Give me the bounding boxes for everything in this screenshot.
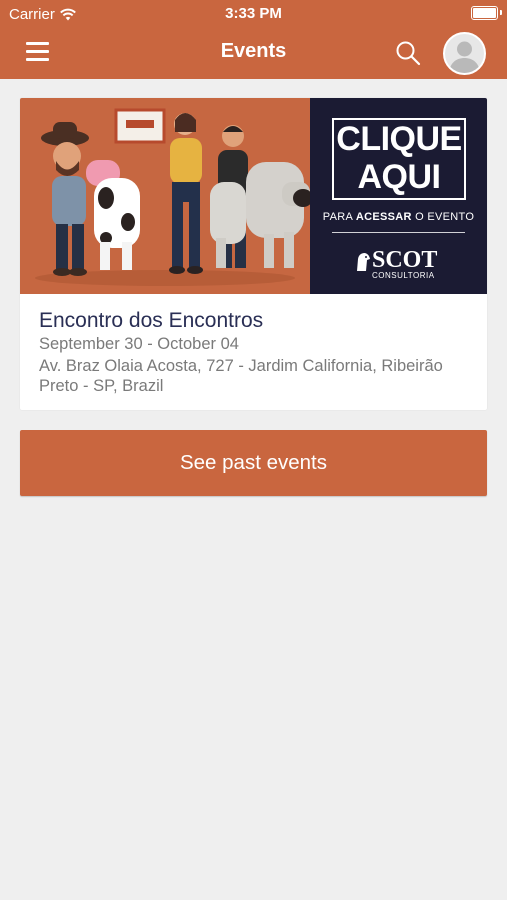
banner-subtext: PARA ACESSAR O EVENTO (322, 211, 475, 223)
event-dates: September 30 - October 04 (39, 335, 239, 353)
banner-call-to-action: CLIQUE AQUI PARA ACESSAR O EVENTO SCOT C… (310, 98, 487, 294)
banner-illustration (20, 98, 310, 294)
scot-logo: SCOT CONSULTORIA (354, 247, 454, 280)
dog-logo-icon (357, 253, 370, 271)
user-avatar-icon[interactable] (443, 32, 486, 75)
event-banner: CLIQUE AQUI PARA ACESSAR O EVENTO SCOT C… (20, 98, 487, 294)
event-card[interactable]: CLIQUE AQUI PARA ACESSAR O EVENTO SCOT C… (20, 98, 487, 410)
battery-icon (471, 6, 502, 20)
see-past-events-button[interactable]: See past events (20, 430, 487, 496)
nav-bar: Carrier 3:33 PM Events (0, 0, 507, 79)
banner-divider (332, 232, 465, 233)
status-time: 3:33 PM (225, 5, 282, 22)
banner-headline: CLIQUE AQUI (332, 118, 466, 200)
page-title: Events (220, 40, 287, 62)
search-icon[interactable] (394, 39, 422, 67)
event-name: Encontro dos Encontros (39, 309, 264, 332)
event-address: Av. Braz Olaia Acosta, 727 - Jardim Cali… (39, 357, 443, 395)
